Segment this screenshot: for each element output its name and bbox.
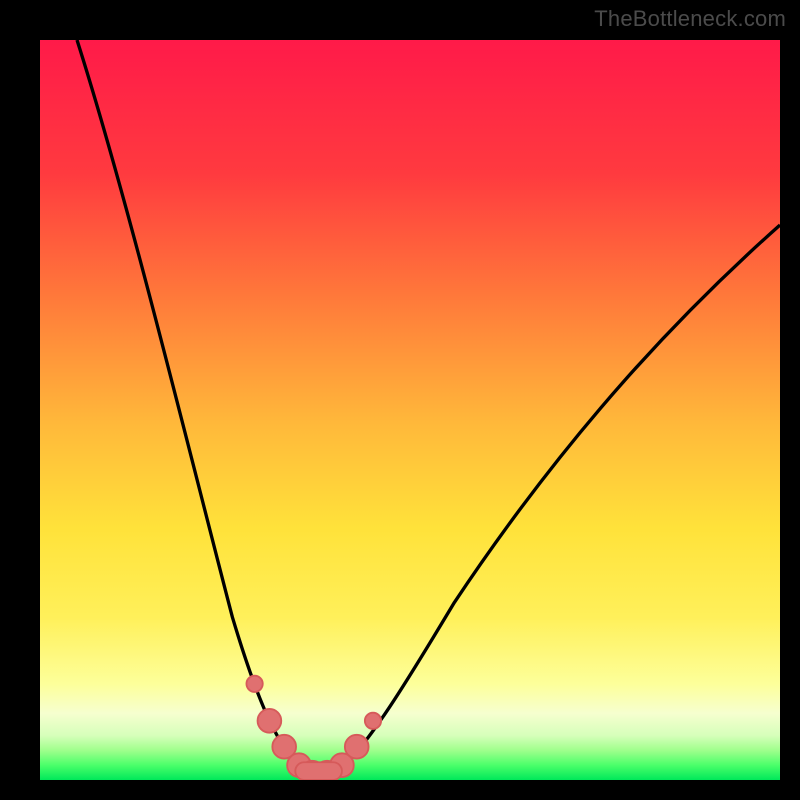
highlight-markers (246, 676, 381, 780)
frame-left (0, 0, 40, 800)
watermark-text: TheBottleneck.com (594, 6, 786, 32)
plot-area (40, 40, 780, 780)
bottleneck-curve (77, 40, 780, 773)
plot-svg (40, 40, 780, 780)
frame-bottom (0, 780, 800, 800)
